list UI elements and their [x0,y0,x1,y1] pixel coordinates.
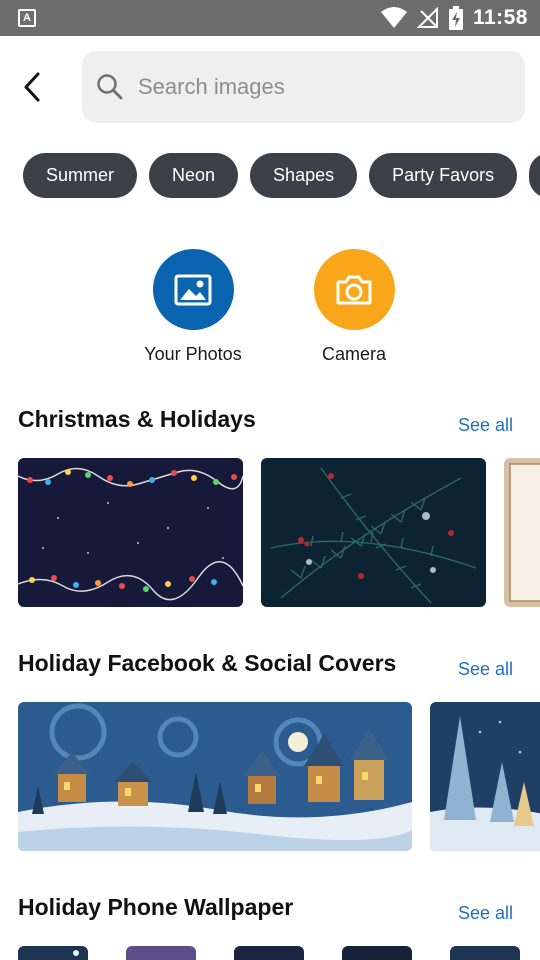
see-all-social-covers[interactable]: See all [458,659,513,680]
template-card-village[interactable] [18,702,412,851]
section-title-christmas: Christmas & Holidays [18,406,256,432]
template-card-partial-1[interactable] [504,458,540,607]
template-card-lights[interactable] [18,458,243,607]
chip-party-favors[interactable]: Party Favors [369,153,518,198]
see-all-christmas[interactable]: See all [458,415,513,436]
chip-neon[interactable]: Neon [149,153,239,198]
section-title-phone-wallpaper: Holiday Phone Wallpaper [18,894,294,920]
search-input[interactable] [138,74,498,100]
chevron-left-icon [24,72,40,102]
wallpaper-card-2[interactable] [126,946,196,960]
search-bar[interactable] [82,51,525,123]
image-icon [174,274,212,305]
search-icon [96,73,124,101]
template-card-pine[interactable] [261,458,486,607]
wallpaper-card-3[interactable] [234,946,304,960]
category-chips: Summer Neon Shapes Party Favors [23,153,540,198]
see-all-phone-wallpaper[interactable]: See all [458,903,513,924]
battery-charging-icon [448,6,463,30]
camera-circle [313,249,395,330]
template-card-partial-2[interactable] [430,702,540,851]
your-photos-label: Your Photos [144,344,242,364]
chip-partial[interactable] [529,153,540,198]
camera-icon [336,275,372,304]
your-photos-button[interactable]: Your Photos [133,249,253,365]
back-button[interactable] [14,68,50,106]
status-time: 11:58 [472,6,528,29]
status-bar: A 11:58 [0,0,540,36]
section-title-social-covers: Holiday Facebook & Social Covers [18,650,397,676]
wallpaper-card-4[interactable] [342,946,412,960]
your-photos-circle [152,249,234,330]
wallpaper-card-5[interactable] [450,946,520,960]
camera-label: Camera [321,344,387,364]
no-signal-icon [416,7,438,28]
chip-shapes[interactable]: Shapes [250,153,358,198]
status-icons: 11:58 [380,4,528,32]
camera-button[interactable]: Camera [294,249,414,365]
app-notification-icon: A [18,9,36,27]
wallpaper-card-1[interactable] [18,946,88,960]
wifi-icon [380,7,407,28]
chip-summer[interactable]: Summer [23,153,138,198]
